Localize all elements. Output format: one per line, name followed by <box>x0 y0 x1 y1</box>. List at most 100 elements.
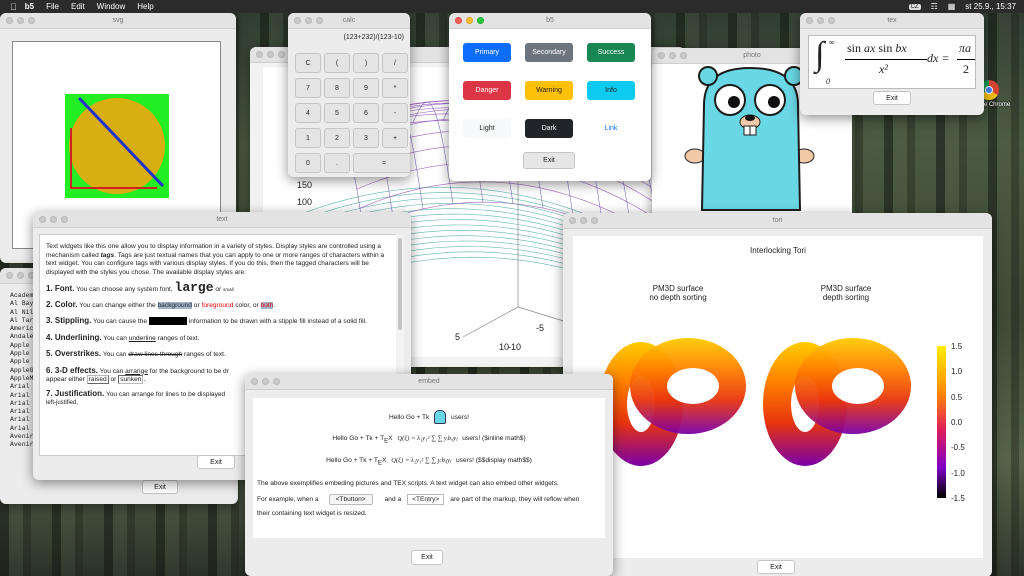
calc-key[interactable]: = <box>353 153 410 173</box>
font-list-item[interactable]: Arial <box>10 416 33 424</box>
tori-left-label-1: PM3D surface <box>652 284 704 293</box>
font-list-item[interactable]: Avenir <box>10 433 33 441</box>
calc-key[interactable]: * <box>382 78 408 98</box>
clock[interactable]: st 25.9., 15:37 <box>965 2 1016 11</box>
calc-key[interactable]: 0 <box>295 153 321 173</box>
font-list-item[interactable]: Arial <box>10 383 33 391</box>
close-icon[interactable] <box>455 17 462 24</box>
calc-key[interactable]: 8 <box>324 78 350 98</box>
font-list-item[interactable]: Academ <box>10 292 33 300</box>
b5-info-button[interactable]: Info <box>587 81 635 100</box>
font-list-item[interactable]: Apple <box>10 342 33 350</box>
font-list-item[interactable]: Arial <box>10 425 33 433</box>
wifi-icon[interactable]: ☶ <box>931 2 938 11</box>
control-center-icon[interactable]: ▦ <box>948 2 956 11</box>
font-list-item[interactable]: Arial <box>10 400 33 408</box>
y-tick-100: 100 <box>297 197 313 207</box>
b5-warning-button[interactable]: Warning <box>525 81 573 100</box>
x-tick-5: 5 <box>455 332 461 342</box>
calc-key[interactable]: + <box>382 128 408 148</box>
font-list-item[interactable]: Al Bay <box>10 300 33 308</box>
x-tick-neg5: -5 <box>536 323 545 333</box>
calc-key[interactable]: . <box>324 153 350 173</box>
colorbar-tick: -1.5 <box>951 493 965 503</box>
calc-key[interactable]: 3 <box>353 128 379 148</box>
menu-help[interactable]: Help <box>137 2 153 11</box>
font-list-item[interactable]: Al Tar <box>10 317 33 325</box>
calc-key[interactable]: 1 <box>295 128 321 148</box>
tori-right-label-2: depth sorting <box>822 293 870 302</box>
apple-icon[interactable]:  <box>10 2 17 12</box>
minimize-icon[interactable] <box>466 17 473 24</box>
tori-window: tori Interlocking Tori PM3D surface no d… <box>563 213 992 576</box>
embed-exit-button[interactable]: Exit <box>411 550 443 565</box>
calc-key[interactable]: 7 <box>295 78 321 98</box>
calc-window: calc (123+232)/(123-10) C()/ 7 8 9 * 4 5 6- 1 2 3 +… <box>288 13 410 177</box>
calc-key[interactable]: 4 <box>295 103 321 123</box>
b5-exit-button[interactable]: Exit <box>523 152 575 169</box>
font-list[interactable]: Academ Al Bay Al Nil Al Tar Americ Andale Appl… <box>10 292 33 450</box>
calc-key[interactable]: 2 <box>324 128 350 148</box>
b5-primary-button[interactable]: Primary <box>463 43 511 62</box>
gopher-icon <box>434 410 447 424</box>
b5-light-button[interactable]: Light <box>463 119 511 138</box>
menu-file[interactable]: File <box>46 2 59 11</box>
text-titlebar[interactable]: text <box>33 212 411 228</box>
embed-line2: Hello Go + Tk + T <box>332 435 385 442</box>
embed-para3: their containing text widget is resized. <box>257 510 367 517</box>
calc-titlebar[interactable]: calc <box>288 13 410 29</box>
embed-inline-math: Q(ξ) = λ₁y₁² ∑ ∑ yᵢbᵢⱼyⱼ <box>397 435 458 442</box>
font-list-item[interactable]: AppleM <box>10 375 33 383</box>
embed-text-area[interactable]: Hello Go + Tk users! Hello Go + Tk + TEX… <box>253 398 605 538</box>
embed-title: embed <box>418 378 440 385</box>
input-source-badge[interactable]: CZ <box>908 3 921 10</box>
b5-danger-button[interactable]: Danger <box>463 81 511 100</box>
calc-key[interactable]: - <box>382 103 408 123</box>
tori-left-label-2: no depth sorting <box>649 293 707 302</box>
b5-dark-button[interactable]: Dark <box>525 119 573 138</box>
font-list-item[interactable]: Avenir <box>10 441 33 449</box>
fonts-exit-button[interactable]: Exit <box>142 480 178 494</box>
x-tick-neg10: -10 <box>508 342 522 352</box>
calc-key[interactable]: ( <box>324 53 350 73</box>
embed-line3: Hello Go + Tk + T <box>326 457 378 464</box>
font-list-item[interactable]: AppleG <box>10 367 33 375</box>
font-list-item[interactable]: Americ <box>10 325 33 333</box>
embed-tbutton[interactable]: <Tbutton> <box>328 494 373 505</box>
font-list-item[interactable]: Arial <box>10 408 33 416</box>
tex-window: tex ∫ ∞ 0 sin ax sin bx x² dx = πa 2 Exi… <box>800 13 984 115</box>
tori-titlebar[interactable]: tori <box>563 213 992 229</box>
colorbar-tick: 1.0 <box>951 367 963 377</box>
zoom-icon[interactable] <box>477 17 484 24</box>
colorbar-tick: 1.5 <box>951 342 963 351</box>
menu-window[interactable]: Window <box>97 2 125 11</box>
calc-key[interactable]: C <box>295 53 321 73</box>
tori-exit-button[interactable]: Exit <box>757 560 795 574</box>
embed-tentry[interactable]: <TEntry> <box>407 494 445 505</box>
tori-right-label-1: PM3D surface <box>820 284 872 293</box>
tex-titlebar[interactable]: tex <box>800 13 984 29</box>
b5-secondary-button[interactable]: Secondary <box>525 43 573 62</box>
calc-key[interactable]: ) <box>353 53 379 73</box>
embed-titlebar[interactable]: embed <box>245 374 613 390</box>
b5-link-button[interactable]: Link <box>587 119 635 138</box>
tex-exit-button[interactable]: Exit <box>873 91 911 105</box>
menu-app-name[interactable]: b5 <box>25 2 34 11</box>
font-list-item[interactable]: Apple <box>10 350 33 358</box>
menu-edit[interactable]: Edit <box>71 2 85 11</box>
embed-line2-end: users! ($inline math$) <box>462 435 526 442</box>
b5-success-button[interactable]: Success <box>587 43 635 62</box>
font-list-item[interactable]: Al Nil <box>10 309 33 317</box>
colorbar-tick: -0.5 <box>951 443 965 453</box>
font-list-item[interactable]: Arial <box>10 392 33 400</box>
b5-titlebar[interactable]: b5 <box>449 13 651 29</box>
font-list-item[interactable]: Andale <box>10 333 33 341</box>
text-exit-button[interactable]: Exit <box>197 455 235 469</box>
y-tick-150: 150 <box>297 180 313 190</box>
calc-key[interactable]: 6 <box>353 103 379 123</box>
calc-key[interactable]: 9 <box>353 78 379 98</box>
svg-titlebar[interactable]: svg <box>0 13 236 29</box>
calc-key[interactable]: / <box>382 53 408 73</box>
calc-key[interactable]: 5 <box>324 103 350 123</box>
font-list-item[interactable]: Apple <box>10 358 33 366</box>
